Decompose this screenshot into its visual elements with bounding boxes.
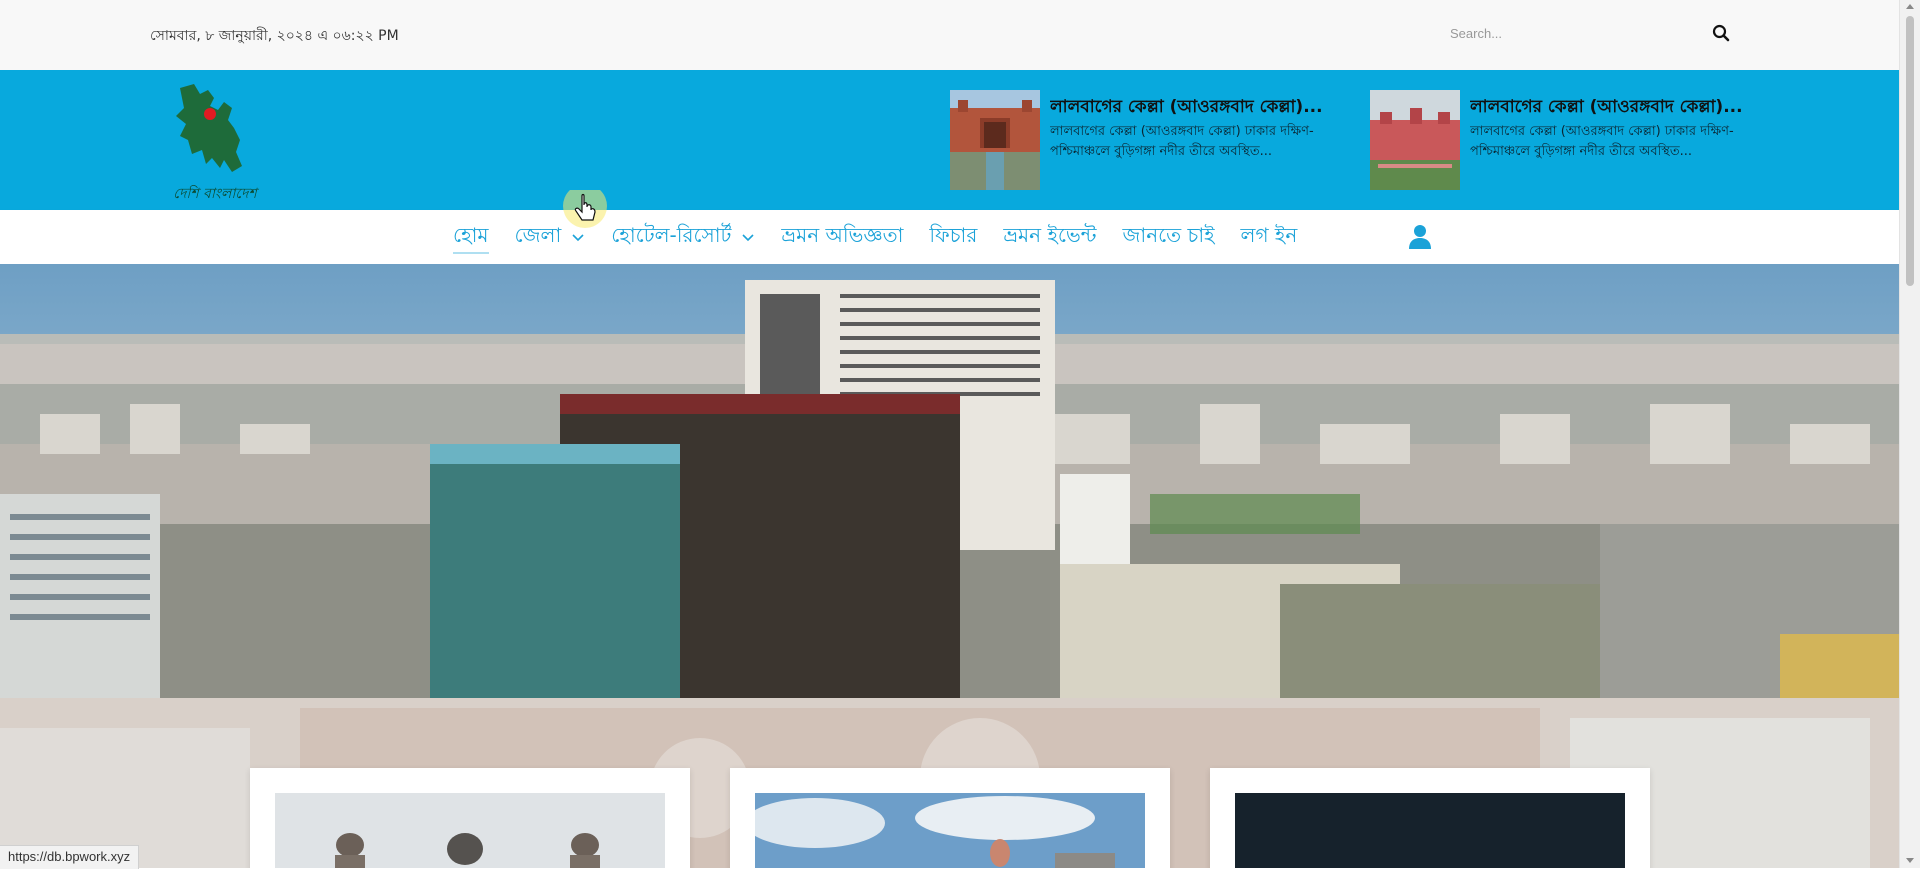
nav-item-travel-event[interactable]: ভ্রমন ইভেন্ট — [1003, 220, 1096, 254]
feature-card[interactable] — [730, 768, 1170, 868]
news-thumbnail[interactable] — [1370, 90, 1460, 190]
search-icon[interactable] — [1712, 24, 1732, 44]
page-scrollbar[interactable] — [1899, 0, 1920, 868]
nav-item-label: লগ ইন — [1240, 222, 1298, 247]
top-bar: সোমবার, ৮ জানুয়ারী, ২০২৪ এ ০৬:২২ PM — [0, 0, 1899, 71]
scrollbar-thumb[interactable] — [1906, 16, 1914, 286]
news-description: লালবাগের কেল্লা (আওরঙ্গবাদ কেল্লা) ঢাকার… — [1470, 124, 1734, 159]
feature-card[interactable] — [250, 768, 690, 868]
nav-item-hotel-resort[interactable]: হোটেল-রিসোর্ট — [611, 220, 755, 254]
nav-item-travel-experience[interactable]: ভ্রমন অভিজ্ঞতা — [781, 220, 903, 254]
bangladesh-map-icon — [176, 84, 242, 172]
chevron-down-icon — [742, 234, 754, 242]
nav-item-label: ফিচার — [929, 222, 978, 247]
hero-banner-image — [0, 264, 1899, 698]
news-thumbnail[interactable] — [950, 90, 1040, 190]
news-description: লালবাগের কেল্লা (আওরঙ্গবাদ কেল্লা) ঢাকার… — [1050, 124, 1314, 159]
scroll-down-arrow-icon[interactable] — [1906, 858, 1914, 863]
news-card[interactable]: লালবাগের কেল্লা (আওরঙ্গবাদ কেল্লা)... লা… — [950, 90, 1370, 190]
logo-text: দেশি বাংলাদেশ — [173, 186, 257, 202]
site-logo[interactable]: দেশি বাংলাদেশ — [162, 80, 262, 202]
news-card[interactable]: লালবাগের কেল্লা (আওরঙ্গবাদ কেল্লা)... লা… — [1370, 90, 1790, 190]
nav-item-want-to-know[interactable]: জানতে চাই — [1123, 220, 1215, 254]
nav-item-label: ভ্রমন অভিজ্ঞতা — [781, 222, 904, 247]
user-icon[interactable] — [1408, 224, 1432, 250]
news-title[interactable]: লালবাগের কেল্লা (আওরঙ্গবাদ কেল্লা)... — [1470, 94, 1790, 122]
news-title[interactable]: লালবাগের কেল্লা (আওরঙ্গবাদ কেল্লা)... — [1050, 94, 1370, 122]
search-input[interactable] — [1440, 16, 1710, 50]
status-bar-url: https://db.bpwork.xyz — [0, 845, 140, 869]
current-date: সোমবার, ৮ জানুয়ারী, ২০২৪ এ ০৬:২২ PM — [150, 28, 399, 44]
featured-section — [0, 698, 1899, 868]
feature-card[interactable] — [1210, 768, 1650, 868]
search-box — [1440, 16, 1740, 52]
nav-item-label: ভ্রমন ইভেন্ট — [1003, 222, 1097, 247]
nav-item-label: জানতে চাই — [1122, 222, 1215, 247]
nav-item-label: হোটেল-রিসোর্ট — [611, 222, 732, 247]
nav-item-feature[interactable]: ফিচার — [929, 220, 977, 254]
card-image[interactable] — [1235, 793, 1625, 868]
nav-item-label: হোম — [453, 222, 489, 247]
pointer-cursor-icon — [555, 184, 615, 250]
scroll-up-arrow-icon[interactable] — [1906, 4, 1914, 9]
nav-item-login[interactable]: লগ ইন — [1241, 220, 1298, 254]
card-image[interactable] — [275, 793, 665, 868]
main-navigation: হোম জেলা হোটেল-রিসোর্ট ভ্রমন অভিজ্ঞতা ফি… — [0, 210, 1899, 264]
site-header: দেশি বাংলাদেশ লালবাগের কেল্লা (আওরঙ্গবাদ… — [0, 70, 1899, 210]
nav-item-home[interactable]: হোম — [453, 220, 489, 254]
card-image[interactable] — [755, 793, 1145, 868]
